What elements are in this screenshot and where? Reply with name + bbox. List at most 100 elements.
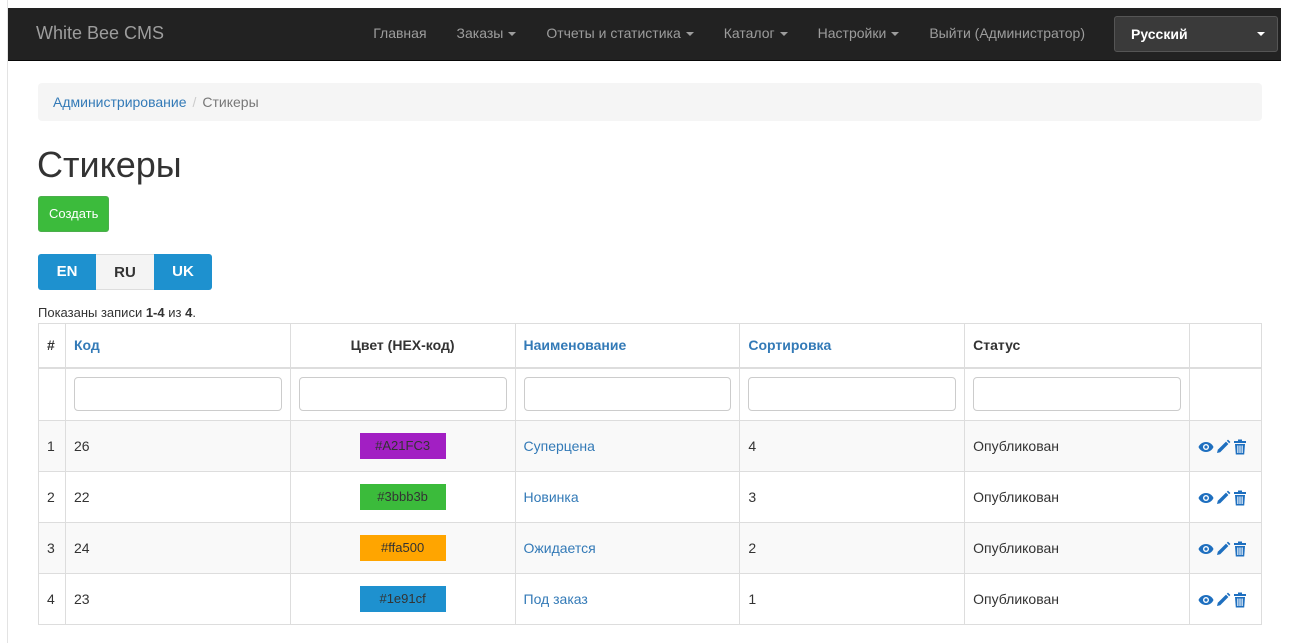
column-header-color: Цвет (HEX-код) [289, 323, 516, 369]
color-chip: #ffa500 [359, 535, 446, 561]
row-actions [1188, 420, 1263, 472]
column-header-status: Статус [964, 323, 1190, 369]
column-header-actions [1188, 323, 1263, 369]
filter-input-name[interactable] [523, 377, 732, 412]
table-header-row: # Код Цвет (HEX-код) Наименование Сортир… [38, 323, 1263, 369]
filter-cell [514, 367, 741, 421]
row-sort: 1 [739, 573, 966, 625]
filter-input-code[interactable] [73, 377, 282, 412]
filter-input-sort[interactable] [748, 377, 957, 412]
language-select-value: Русский [1131, 26, 1188, 42]
pencil-icon[interactable] [1215, 541, 1231, 557]
caret-down-icon [779, 32, 788, 37]
language-select[interactable]: Русский [1114, 16, 1278, 52]
row-color-cell: #1e91cf [289, 573, 516, 625]
trash-icon[interactable] [1232, 439, 1248, 455]
trash-icon[interactable] [1232, 490, 1248, 506]
nav-item-label: Главная [373, 25, 427, 41]
caret-down-icon [685, 32, 694, 37]
caret-down-icon [1257, 32, 1265, 36]
nav-item-catalog[interactable]: Каталог [709, 8, 803, 59]
row-status: Опубликован [964, 573, 1190, 625]
breadcrumb-link-admin[interactable]: Администрирование [53, 94, 187, 110]
filter-row [38, 367, 1263, 421]
row-color-cell: #3bbb3b [289, 471, 516, 523]
column-header-sort[interactable]: Сортировка [739, 323, 966, 369]
sort-link-sort[interactable]: Сортировка [748, 337, 831, 353]
sort-link-code[interactable]: Код [74, 337, 100, 353]
row-status: Опубликован [964, 420, 1190, 472]
breadcrumb-current: Стикеры [202, 94, 259, 110]
filter-cell [64, 367, 291, 421]
trash-icon[interactable] [1232, 541, 1248, 557]
row-name-link[interactable]: Суперцена [524, 438, 595, 454]
table-body: 1 26 #A21FC3 Суперцена 4 Опубликован 2 22 #3bbb3… [38, 420, 1263, 625]
breadcrumb-separator: / [192, 94, 197, 110]
caret-down-icon [508, 32, 517, 37]
row-color-cell: #ffa500 [289, 522, 516, 574]
filter-cell [964, 367, 1190, 421]
table-row: 3 24 #ffa500 Ожидается 2 Опубликован [38, 522, 1263, 574]
eye-icon[interactable] [1198, 490, 1214, 506]
color-chip: #1e91cf [359, 586, 446, 612]
row-sort: 3 [739, 471, 966, 523]
row-number: 1 [38, 420, 66, 472]
row-number: 2 [38, 471, 66, 523]
row-name-cell: Под заказ [514, 573, 741, 625]
color-chip: #3bbb3b [359, 484, 446, 510]
row-name-cell: Ожидается [514, 522, 741, 574]
eye-icon[interactable] [1198, 592, 1214, 608]
trash-icon[interactable] [1232, 592, 1248, 608]
row-name-link[interactable]: Ожидается [524, 540, 596, 556]
row-actions [1188, 471, 1263, 523]
row-status: Опубликован [964, 471, 1190, 523]
filter-input-color[interactable] [298, 377, 507, 412]
nav-item-orders[interactable]: Заказы [442, 8, 532, 59]
column-header-num: # [38, 323, 66, 369]
filter-cell-empty [38, 367, 66, 421]
filter-input-status[interactable] [973, 377, 1181, 412]
nav-item-home[interactable]: Главная [358, 8, 441, 59]
column-header-code[interactable]: Код [64, 323, 291, 369]
row-actions [1188, 573, 1263, 625]
nav-item-logout[interactable]: Выйти (Администратор) [914, 8, 1100, 59]
brand-logo[interactable]: White Bee CMS [36, 8, 164, 59]
stickers-table: # Код Цвет (HEX-код) Наименование Сортир… [38, 323, 1263, 625]
pencil-icon[interactable] [1215, 592, 1231, 608]
row-code: 23 [64, 573, 291, 625]
nav-item-label: Каталог [723, 25, 775, 41]
row-number: 3 [38, 522, 66, 574]
column-header-name[interactable]: Наименование [514, 323, 741, 369]
lang-tab-en[interactable]: EN [38, 254, 96, 290]
nav-item-settings[interactable]: Настройки [803, 8, 915, 59]
eye-icon[interactable] [1198, 541, 1214, 557]
filter-cell-empty [1188, 367, 1263, 421]
row-name-link[interactable]: Под заказ [524, 591, 588, 607]
nav-menu: Главная Заказы Отчеты и статистика Катал… [358, 8, 1100, 59]
language-tabs: EN RU UK [38, 254, 212, 290]
window-edge [0, 0, 8, 643]
lang-tab-uk[interactable]: UK [154, 254, 212, 290]
summary-middle: из [164, 305, 186, 320]
row-status: Опубликован [964, 522, 1190, 574]
pencil-icon[interactable] [1215, 490, 1231, 506]
nav-item-label: Выйти (Администратор) [929, 25, 1085, 41]
table-row: 1 26 #A21FC3 Суперцена 4 Опубликован [38, 420, 1263, 472]
page-title: Стикеры [37, 144, 182, 185]
table-row: 2 22 #3bbb3b Новинка 3 Опубликован [38, 471, 1263, 523]
row-code: 24 [64, 522, 291, 574]
breadcrumb: Администрирование / Стикеры [38, 83, 1262, 121]
summary-prefix: Показаны записи [38, 305, 146, 320]
row-color-cell: #A21FC3 [289, 420, 516, 472]
nav-item-reports[interactable]: Отчеты и статистика [531, 8, 708, 59]
caret-down-icon [891, 32, 900, 37]
eye-icon[interactable] [1198, 439, 1214, 455]
nav-item-label: Заказы [456, 25, 504, 41]
sort-link-name[interactable]: Наименование [524, 337, 627, 353]
create-button[interactable]: Создать [38, 196, 110, 232]
pencil-icon[interactable] [1215, 439, 1231, 455]
row-name-link[interactable]: Новинка [524, 489, 579, 505]
filter-cell [739, 367, 966, 421]
lang-tab-ru[interactable]: RU [96, 254, 154, 290]
nav-item-label: Настройки [817, 25, 887, 41]
